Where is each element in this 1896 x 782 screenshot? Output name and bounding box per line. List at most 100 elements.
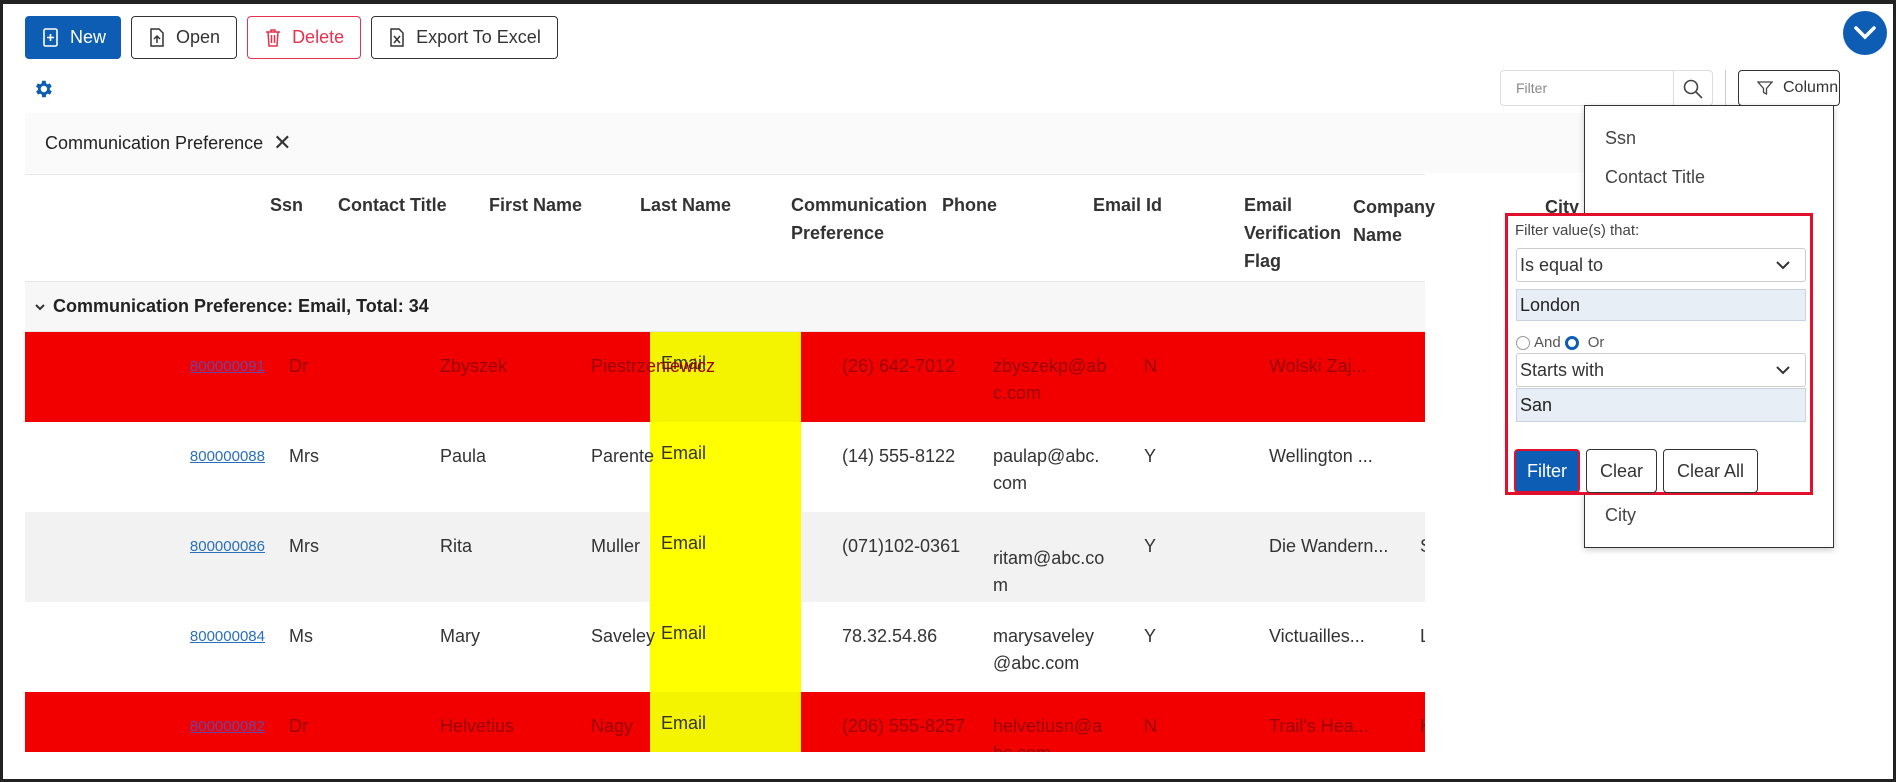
funnel-icon: [1757, 81, 1773, 96]
cell-last-name: Piestrzeniewicz: [591, 356, 716, 376]
ssn-link[interactable]: 800000082: [165, 713, 265, 740]
cell-last-name: Saveley: [591, 626, 656, 646]
table-row[interactable]: 800000084 Email Ms Mary Saveley 78.32.54.86 ma…: [25, 602, 1425, 692]
cell-email-id: paulap@abc.com: [993, 446, 1100, 493]
header-first-name[interactable]: First Name: [489, 191, 582, 219]
logic-radio-group: And Or: [1516, 334, 1604, 351]
cell-first-name: Helvetius: [440, 716, 515, 736]
open-file-icon: [150, 27, 164, 47]
collapse-toggle-button[interactable]: [1843, 11, 1887, 55]
cell-company-name: Die Wandern...: [1269, 536, 1389, 556]
header-email-verification-flag[interactable]: Email Verification Flag: [1244, 191, 1344, 275]
ssn-link[interactable]: 800000091: [165, 353, 265, 380]
group-row-label: Communication Preference: Email, Total: …: [53, 296, 429, 316]
export-excel-button[interactable]: Export To Excel: [371, 16, 558, 59]
header-contact-title[interactable]: Contact Title: [338, 191, 447, 219]
or-radio[interactable]: [1564, 335, 1579, 350]
cell-email-id: zbyszekp@abc.com: [993, 356, 1107, 403]
open-button-label: Open: [176, 27, 221, 47]
cell-phone: 78.32.54.86: [842, 626, 938, 646]
cell-phone: (26) 642-7012: [842, 356, 956, 376]
ssn-link[interactable]: 800000088: [165, 443, 265, 470]
cell-phone: (14) 555-8122: [842, 446, 956, 466]
cell-first-name: Paula: [440, 446, 487, 466]
cell-email-id: ritam@abc.com: [993, 548, 1105, 595]
operator1-value: Is equal to: [1520, 254, 1604, 275]
and-radio[interactable]: [1516, 335, 1530, 350]
operator1-dropdown[interactable]: Is equal to: [1516, 248, 1806, 282]
table-row[interactable]: 800000088 Email Mrs Paula Parente (14) 555-81…: [25, 422, 1425, 512]
search-icon[interactable]: [1682, 78, 1704, 100]
cell-first-name: Zbyszek: [440, 356, 508, 376]
search-box: [1500, 70, 1713, 107]
cell-first-name: Rita: [440, 536, 473, 556]
trash-icon: [266, 28, 281, 47]
cell-company-name: Trail's Hea...: [1269, 716, 1369, 736]
value1-input[interactable]: London: [1516, 289, 1806, 321]
header-phone[interactable]: Phone: [942, 191, 997, 219]
table-row[interactable]: 800000082 Email Dr Helvetius Nagy (206) 555-8…: [25, 692, 1425, 752]
cell-email-flag: N: [1144, 356, 1157, 376]
chevron-down-icon[interactable]: [35, 303, 45, 311]
column-menu-item-ssn[interactable]: Ssn: [1605, 128, 1636, 149]
group-chip-label: Communication Preference: [45, 132, 264, 153]
cell-contact-title: Mrs: [289, 536, 319, 556]
delete-button-label: Delete: [292, 27, 345, 47]
cell-company-name: Victuailles...: [1269, 626, 1365, 646]
header-ssn[interactable]: Ssn: [270, 191, 303, 219]
filter-panel-label: Filter value(s) that:: [1515, 222, 1640, 239]
header-communication-preference[interactable]: Communication Preference: [791, 191, 931, 247]
cell-phone: (071)102-0361: [842, 536, 961, 556]
filter-panel: Filter value(s) that: Is equal to London…: [1505, 213, 1813, 495]
cell-last-name: Nagy: [591, 716, 634, 736]
new-file-icon: [43, 27, 58, 47]
search-input[interactable]: [1501, 80, 1671, 96]
cell-communication-preference: Email: [650, 422, 801, 512]
operator2-dropdown[interactable]: Starts with: [1516, 353, 1806, 387]
cell-email-flag: Y: [1144, 536, 1157, 556]
cell-email-id: marysaveley@abc.com: [993, 626, 1095, 673]
column-menu-item-contact-title[interactable]: Contact Title: [1605, 167, 1705, 188]
cell-communication-preference: Email: [650, 692, 801, 752]
group-row[interactable]: Communication Preference: Email, Total: …: [25, 282, 1425, 332]
column-filter-button[interactable]: Column: [1738, 70, 1840, 106]
column-button-label: Column: [1783, 79, 1839, 96]
filter-clear-all-button[interactable]: Clear All: [1663, 449, 1759, 493]
group-chip: Communication Preference ✕: [25, 113, 1585, 173]
cell-contact-title: Ms: [289, 626, 313, 646]
open-button[interactable]: Open: [131, 16, 238, 59]
table-row[interactable]: 800000086 Email Mrs Rita Muller (071)102-0361…: [25, 512, 1425, 602]
header-company-name[interactable]: Company Name: [1353, 193, 1435, 249]
filter-apply-button[interactable]: Filter: [1514, 449, 1580, 493]
header-last-name[interactable]: Last Name: [640, 191, 731, 219]
toolbar: New Open Delete Export To Excel: [25, 16, 558, 59]
filter-clear-button[interactable]: Clear: [1586, 449, 1658, 493]
toolbar-divider: [1725, 70, 1726, 106]
cell-communication-preference: Email: [650, 602, 801, 692]
search-divider: [1673, 71, 1674, 107]
cell-city: Lyon: [1420, 623, 1425, 650]
delete-button[interactable]: Delete: [247, 16, 362, 59]
data-grid: Ssn Contact Title First Name Last Name C…: [25, 174, 1579, 752]
cell-email-flag: Y: [1144, 446, 1157, 466]
filter-buttons: Filter Clear Clear All: [1514, 449, 1759, 493]
close-icon[interactable]: ✕: [273, 132, 291, 154]
chevron-down-icon: [1776, 366, 1790, 375]
excel-file-icon: [390, 27, 404, 47]
ssn-link[interactable]: 800000084: [165, 623, 265, 650]
ssn-link[interactable]: 800000086: [165, 533, 265, 560]
header-email-id[interactable]: Email Id: [1093, 191, 1162, 219]
value2-input[interactable]: San: [1516, 388, 1806, 422]
cell-company-name: Wellington ...: [1269, 446, 1373, 466]
gear-icon[interactable]: [32, 78, 54, 100]
new-button-label: New: [70, 27, 107, 47]
column-menu-item-city[interactable]: City: [1605, 505, 1636, 526]
table-row[interactable]: 800000091 Email Dr Zbyszek Piestrzeniewicz (2…: [25, 332, 1425, 422]
cell-last-name: Parente: [591, 446, 655, 466]
and-label: And: [1534, 334, 1561, 351]
new-button[interactable]: New: [25, 16, 122, 59]
grid-header: Ssn Contact Title First Name Last Name C…: [25, 174, 1579, 282]
or-label: Or: [1587, 334, 1605, 351]
cell-email-flag: N: [1144, 716, 1157, 736]
cell-phone: (206) 555-8257: [842, 716, 966, 736]
